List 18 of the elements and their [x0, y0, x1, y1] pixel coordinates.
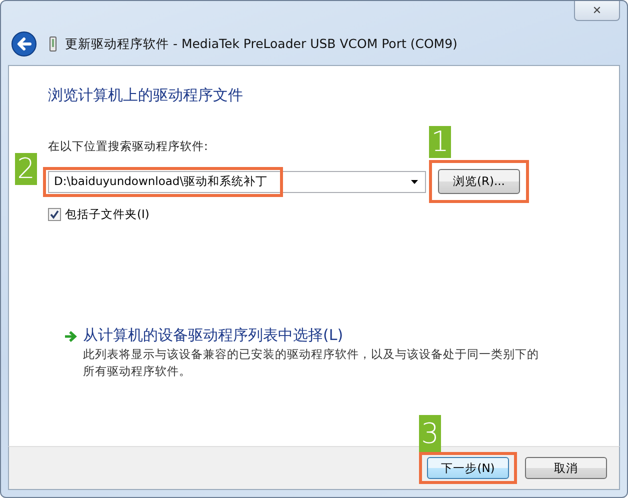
close-button[interactable]: ✕ — [574, 1, 620, 21]
checkbox-label: 包括子文件夹(I) — [65, 207, 150, 222]
arrow-icon — [64, 331, 77, 342]
callout-number: 3 — [419, 414, 441, 452]
search-label: 在以下位置搜索驱动程序软件: — [48, 139, 208, 154]
page-heading: 浏览计算机上的驱动程序文件 — [48, 86, 244, 105]
callout-number: 1 — [429, 126, 451, 158]
next-button[interactable]: 下一步(N) — [427, 457, 509, 480]
link-description: 此列表将显示与该设备兼容的已安装的驱动程序软件，以及与该设备处于同一类别下的所有驱动程序软件。 — [83, 346, 540, 380]
device-icon — [49, 36, 57, 52]
checkbox[interactable] — [48, 208, 61, 221]
choose-driver-link[interactable]: 从计算机的设备驱动程序列表中选择(L) — [83, 326, 543, 345]
path-combo-box[interactable]: D:\baiduyundownload\驱动和系统补丁 — [48, 170, 426, 192]
cancel-button[interactable]: 取消 — [525, 457, 607, 480]
window-title: 更新驱动程序软件 - MediaTek PreLoader USB VCOM Port (COM9) — [65, 36, 458, 52]
browse-button[interactable]: 浏览(R)... — [438, 169, 520, 194]
callout-number: 2 — [15, 153, 37, 185]
caret-icon — [411, 180, 418, 184]
